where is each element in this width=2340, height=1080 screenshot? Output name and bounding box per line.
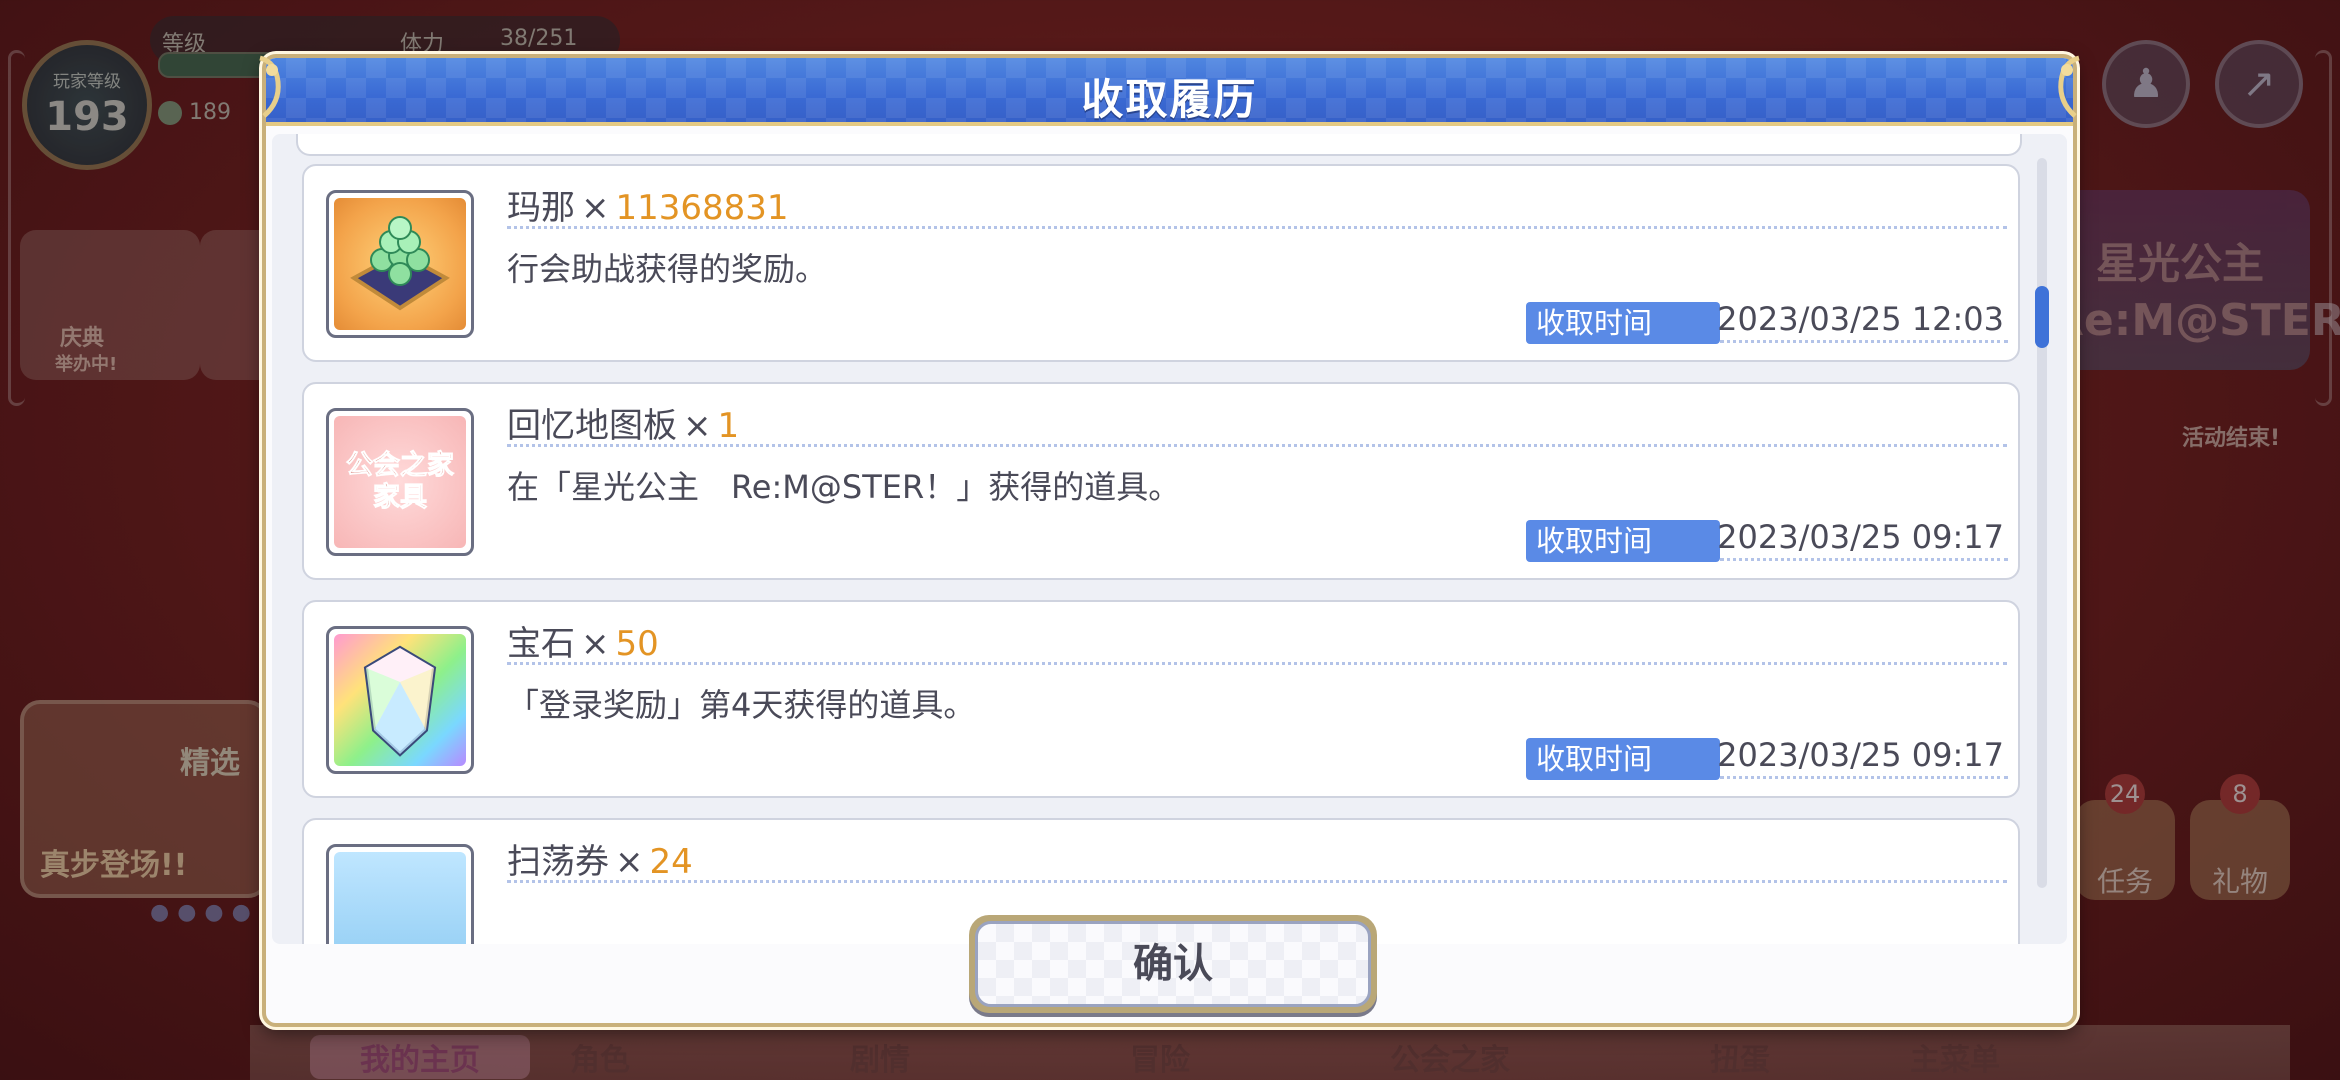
item-name: 玛那 [507,188,575,228]
multiply-sign: × [683,406,712,446]
skip-ticket-icon [334,852,466,944]
multiply-sign: × [615,842,644,882]
list-scrollbar[interactable] [2035,158,2049,888]
jewel-icon [334,634,466,766]
dialog-title: 收取履历 [1081,75,1258,124]
receive-time-label: 收取时间 [1526,738,1720,780]
receive-time-value: 2023/03/25 09:17 [1717,518,2004,556]
history-entry: 宝石 × 50 「登录奖励」第4天获得的道具。 收取时间 2023/03/25 09… [302,600,2020,798]
multiply-sign: × [581,624,610,664]
item-description: 在「星光公主 Re:M@STER！」获得的道具。 [507,468,1181,506]
history-entry: 公会之家 家具 回忆地图板 × 1 在「星光公主 Re:M@STER！」获得的道具。… [302,382,2020,580]
corner-ornament-right-icon [2058,55,2080,118]
item-name-line: 回忆地图板 × 1 [507,398,2007,447]
receive-time-label: 收取时间 [1526,520,1720,562]
multiply-sign: × [581,188,610,228]
item-name-line: 扫荡券 × 24 [507,834,2007,883]
item-quantity: 11368831 [615,188,789,228]
icon-text-line1: 公会之家 [346,450,455,482]
receive-time-value: 2023/03/25 12:03 [1717,300,2004,338]
guild-house-furniture-icon: 公会之家 家具 [334,416,466,548]
item-icon-frame[interactable] [326,626,474,774]
time-underline [1720,776,2008,779]
item-description: 行会助战获得的奖励。 [507,250,828,288]
receive-time-label: 收取时间 [1526,302,1720,344]
item-name-line: 玛那 × 11368831 [507,180,2007,229]
item-quantity: 50 [615,624,659,664]
dialog-header: 收取履历 [266,58,2073,126]
corner-ornament-left-icon [259,55,281,118]
confirm-button[interactable]: 确认 [969,915,1377,1013]
confirm-button-label: 确认 [975,921,1371,1007]
item-quantity: 24 [649,842,693,882]
receive-history-dialog: 收取履历 玛那 × 11368831 行会助战获得的奖励。 收取时间 2023/… [259,54,2080,1027]
item-name: 扫荡券 [507,842,609,882]
icon-text-line2: 家具 [373,482,428,514]
previous-card-partial [296,134,2022,156]
item-name: 宝石 [507,624,575,664]
item-name-line: 宝石 × 50 [507,616,2007,665]
item-name: 回忆地图板 [507,406,677,446]
item-icon-frame[interactable] [326,844,474,944]
receive-time-value: 2023/03/25 09:17 [1717,736,2004,774]
item-description: 「登录奖励」第4天获得的道具。 [507,686,976,724]
item-icon-frame[interactable]: 公会之家 家具 [326,408,474,556]
history-entry: 玛那 × 11368831 行会助战获得的奖励。 收取时间 2023/03/25 1… [302,164,2020,362]
mana-coins-icon [334,198,466,330]
time-underline [1720,558,2008,561]
history-list[interactable]: 玛那 × 11368831 行会助战获得的奖励。 收取时间 2023/03/25 1… [272,134,2067,944]
item-quantity: 1 [717,406,740,446]
item-icon-frame[interactable] [326,190,474,338]
scrollbar-thumb[interactable] [2035,286,2049,348]
time-underline [1720,340,2008,343]
